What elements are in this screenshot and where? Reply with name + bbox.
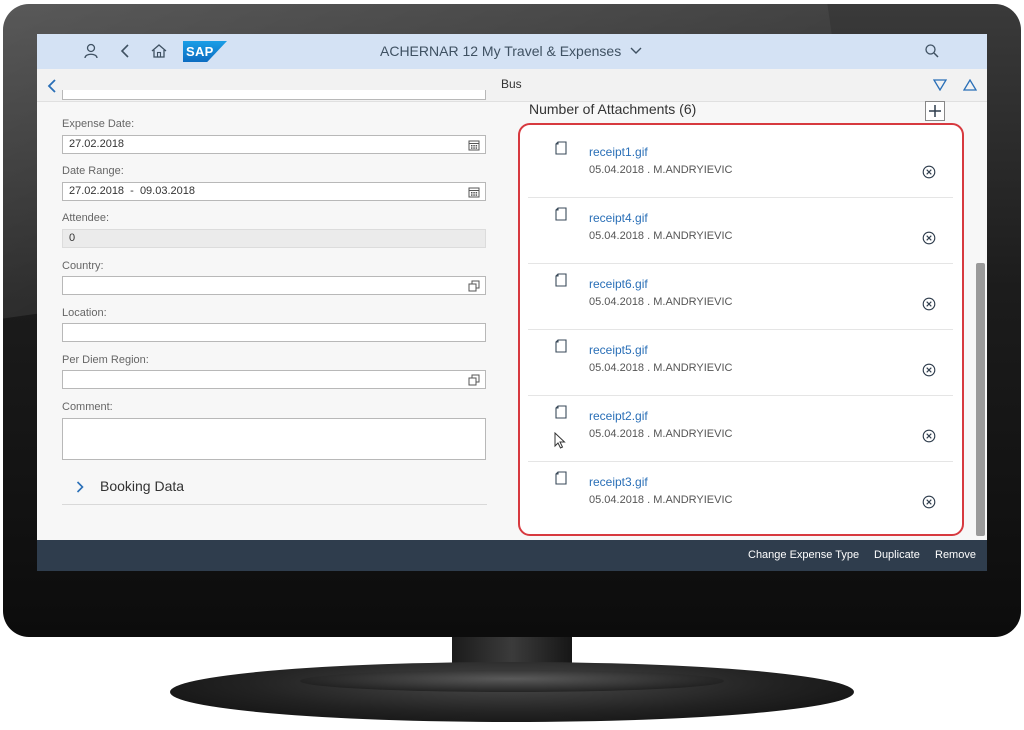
back-icon[interactable]	[117, 42, 135, 60]
attachment-meta: 05.04.2018 . M.ANDRYIEVIC	[589, 362, 733, 374]
date-range-value: 27.02.2018 - 09.03.2018	[69, 185, 195, 197]
scrollbar[interactable]	[976, 263, 985, 536]
plus-icon	[929, 105, 941, 117]
delete-icon[interactable]	[922, 165, 936, 179]
expense-date-field[interactable]: 27.02.2018	[62, 135, 486, 154]
location-label: Location:	[62, 307, 107, 319]
remove-button[interactable]: Remove	[935, 549, 976, 561]
date-range-label: Date Range:	[62, 165, 124, 177]
attachment-meta: 05.04.2018 . M.ANDRYIEVIC	[589, 296, 733, 308]
list-item[interactable]: receipt2.gif 05.04.2018 . M.ANDRYIEVIC	[528, 396, 953, 462]
app-screen: SAP ACHERNAR 12 My Travel & Expenses Bus…	[37, 34, 987, 571]
attachment-name-link[interactable]: receipt3.gif	[589, 475, 648, 489]
value-help-icon[interactable]	[468, 280, 480, 292]
expense-date-value: 27.02.2018	[69, 138, 125, 150]
document-icon	[555, 273, 567, 287]
change-expense-type-button[interactable]: Change Expense Type	[748, 549, 859, 561]
attendee-label: Attendee:	[62, 212, 110, 224]
attachment-name-link[interactable]: receipt6.gif	[589, 277, 648, 291]
scrolled-field[interactable]	[62, 90, 486, 100]
per-diem-region-field[interactable]	[62, 370, 486, 389]
list-item[interactable]: receipt1.gif 05.04.2018 . M.ANDRYIEVIC	[528, 132, 953, 198]
delete-icon[interactable]	[922, 231, 936, 245]
user-icon[interactable]	[82, 42, 100, 60]
attachment-name-link[interactable]: receipt2.gif	[589, 409, 648, 423]
page-title: Bus	[501, 77, 522, 91]
mouse-cursor-icon	[554, 432, 566, 449]
shell-bar: SAP ACHERNAR 12 My Travel & Expenses	[37, 34, 987, 69]
list-item[interactable]: receipt6.gif 05.04.2018 . M.ANDRYIEVIC	[528, 264, 953, 330]
attachment-meta: 05.04.2018 . M.ANDRYIEVIC	[589, 494, 733, 506]
booking-data-section[interactable]: Booking Data	[62, 469, 487, 505]
delete-icon[interactable]	[922, 297, 936, 311]
comment-textarea[interactable]	[62, 418, 486, 460]
app-title[interactable]: ACHERNAR 12 My Travel & Expenses	[380, 43, 621, 59]
document-icon	[555, 339, 567, 353]
per-diem-region-label: Per Diem Region:	[62, 354, 149, 366]
value-help-icon[interactable]	[468, 374, 480, 386]
home-icon[interactable]	[150, 42, 168, 60]
document-icon	[555, 471, 567, 485]
delete-icon[interactable]	[922, 495, 936, 509]
date-range-field[interactable]: 27.02.2018 - 09.03.2018	[62, 182, 486, 201]
document-icon	[555, 141, 567, 155]
up-icon[interactable]	[963, 79, 977, 91]
add-attachment-button[interactable]	[925, 101, 945, 121]
attachment-meta: 05.04.2018 . M.ANDRYIEVIC	[589, 428, 733, 440]
comment-label: Comment:	[62, 401, 113, 413]
attachments-header: Number of Attachments (6)	[529, 101, 697, 117]
list-item[interactable]: receipt4.gif 05.04.2018 . M.ANDRYIEVIC	[528, 198, 953, 264]
attendee-value: 0	[69, 232, 76, 244]
chevron-down-icon[interactable]	[630, 47, 642, 55]
down-icon[interactable]	[933, 79, 947, 91]
attachment-meta: 05.04.2018 . M.ANDRYIEVIC	[589, 164, 733, 176]
attendee-field: 0	[62, 229, 486, 248]
expense-date-label: Expense Date:	[62, 118, 135, 130]
location-field[interactable]	[62, 323, 486, 342]
country-field[interactable]	[62, 276, 486, 295]
attachment-name-link[interactable]: receipt1.gif	[589, 145, 648, 159]
list-item[interactable]: receipt5.gif 05.04.2018 . M.ANDRYIEVIC	[528, 330, 953, 396]
attachment-meta: 05.04.2018 . M.ANDRYIEVIC	[589, 230, 733, 242]
nav-back-icon[interactable]	[47, 79, 59, 93]
sap-logo[interactable]: SAP	[183, 41, 227, 62]
calendar-icon[interactable]	[468, 139, 480, 151]
duplicate-button[interactable]: Duplicate	[874, 549, 920, 561]
attachment-name-link[interactable]: receipt4.gif	[589, 211, 648, 225]
search-icon[interactable]	[923, 42, 941, 60]
country-label: Country:	[62, 260, 104, 272]
delete-icon[interactable]	[922, 363, 936, 377]
calendar-icon[interactable]	[468, 186, 480, 198]
document-icon	[555, 207, 567, 221]
monitor-base-top	[300, 670, 724, 692]
list-item[interactable]: receipt3.gif 05.04.2018 . M.ANDRYIEVIC	[528, 462, 953, 527]
chevron-right-icon[interactable]	[76, 481, 84, 493]
booking-data-label[interactable]: Booking Data	[100, 478, 184, 494]
document-icon	[555, 405, 567, 419]
footer-toolbar: Change Expense Type Duplicate Remove	[37, 540, 987, 571]
attachment-name-link[interactable]: receipt5.gif	[589, 343, 648, 357]
delete-icon[interactable]	[922, 429, 936, 443]
attachment-list: receipt1.gif 05.04.2018 . M.ANDRYIEVIC r…	[518, 123, 964, 536]
